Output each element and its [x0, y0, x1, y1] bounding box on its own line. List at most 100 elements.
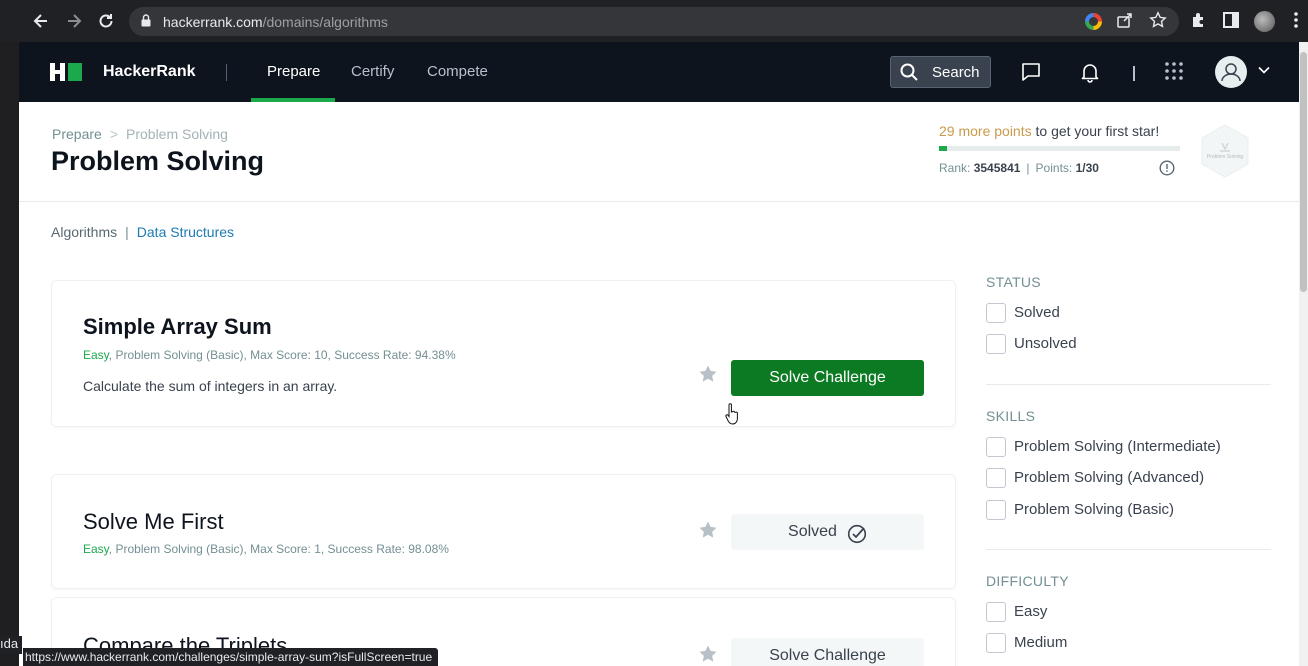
- address-bar[interactable]: hackerrank.com/domains/algorithms: [129, 7, 1179, 36]
- side-panel-icon[interactable]: [1221, 11, 1241, 31]
- breadcrumb-separator: >: [109, 126, 118, 142]
- solved-check-icon: [847, 522, 867, 543]
- bookmark-star-icon[interactable]: [698, 520, 718, 540]
- info-icon[interactable]: [1159, 160, 1175, 176]
- browser-menu-icon[interactable]: [1286, 11, 1306, 31]
- page-scrollbar[interactable]: [1299, 42, 1308, 666]
- checkbox[interactable]: [986, 334, 1006, 354]
- challenge-card[interactable]: Simple Array Sum Easy, Problem Solving (…: [51, 280, 956, 427]
- search-icon: [900, 63, 918, 81]
- back-icon[interactable]: [31, 11, 51, 31]
- points-suffix: to get your first star!: [1031, 123, 1160, 139]
- challenge-meta-details: , Problem Solving (Basic), Max Score: 1,…: [108, 542, 449, 556]
- filter-heading-status: STATUS: [986, 274, 1041, 290]
- challenge-card[interactable]: Solve Me First Easy, Problem Solving (Ba…: [51, 474, 956, 589]
- header-divider: [226, 64, 227, 81]
- solved-button[interactable]: Solved: [731, 514, 924, 550]
- points-to-star: 29 more points to get your first star!: [939, 123, 1159, 139]
- title-divider: [19, 201, 1299, 202]
- nav-tab-prepare[interactable]: Prepare: [267, 63, 320, 80]
- points-value: 1/30: [1075, 161, 1099, 175]
- badge-label: Problem Solving: [1207, 154, 1244, 160]
- user-avatar[interactable]: [1215, 56, 1247, 88]
- hackerrank-logo-icon[interactable]: [50, 63, 82, 81]
- challenge-meta-details: , Problem Solving (Basic), Max Score: 10…: [108, 348, 456, 362]
- url-host: hackerrank.com: [163, 14, 263, 30]
- hand-cursor-icon: [724, 403, 740, 425]
- rank-label: Rank:: [939, 161, 971, 175]
- scrollbar-thumb[interactable]: [1300, 52, 1307, 292]
- challenge-title[interactable]: Simple Array Sum: [83, 314, 272, 340]
- checkbox[interactable]: [986, 468, 1006, 488]
- search-label: Search: [932, 64, 980, 81]
- url-path: /domains/algorithms: [262, 14, 388, 30]
- browser-profile-avatar[interactable]: [1254, 11, 1275, 32]
- filter-divider: [986, 549, 1271, 550]
- subdomain-tabs: Algorithms | Data Structures: [51, 224, 234, 240]
- left-window-edge: [0, 42, 19, 666]
- rank-divider: |: [1026, 161, 1030, 175]
- reload-icon[interactable]: [96, 11, 116, 31]
- filter-heading-difficulty: DIFFICULTY: [986, 573, 1069, 589]
- header-vertical-divider: [1133, 66, 1135, 81]
- nav-tab-compete[interactable]: Compete: [427, 63, 488, 80]
- bookmark-star-icon[interactable]: [698, 364, 718, 384]
- filter-option-label[interactable]: Solved: [1014, 304, 1060, 321]
- subdomain-tab-algorithms[interactable]: Algorithms: [51, 224, 117, 240]
- solved-label: Solved: [788, 523, 837, 540]
- filter-option-label[interactable]: Problem Solving (Intermediate): [1014, 438, 1221, 455]
- solve-challenge-button[interactable]: Solve Challenge: [731, 638, 924, 666]
- subdomain-separator: |: [125, 224, 129, 240]
- google-lens-icon[interactable]: [1085, 13, 1102, 30]
- breadcrumb: Prepare > Problem Solving: [52, 126, 228, 142]
- rank-value: 3545841: [973, 161, 1021, 175]
- filter-option-label[interactable]: Problem Solving (Basic): [1014, 501, 1174, 518]
- points-needed: 29 more points: [939, 123, 1032, 139]
- bookmark-star-icon[interactable]: [1148, 11, 1168, 31]
- checkbox[interactable]: [986, 500, 1006, 520]
- url-text: hackerrank.com/domains/algorithms: [163, 14, 388, 30]
- challenge-meta: Easy, Problem Solving (Basic), Max Score…: [83, 348, 456, 362]
- active-tab-indicator: [251, 98, 335, 102]
- breadcrumb-current: Problem Solving: [126, 126, 228, 142]
- screen: hackerrank.com/domains/algorithms Hacker…: [0, 0, 1308, 666]
- extensions-icon[interactable]: [1189, 11, 1209, 31]
- apps-grid-icon[interactable]: [1164, 61, 1186, 83]
- challenge-description: Calculate the sum of integers in an arra…: [83, 378, 338, 394]
- forward-icon[interactable]: [64, 11, 84, 31]
- filter-heading-skills: SKILLS: [986, 408, 1036, 424]
- problem-solving-badge[interactable]: Problem Solving: [1198, 123, 1252, 179]
- link-status-bar: https://www.hackerrank.com/challenges/si…: [23, 648, 439, 666]
- messages-icon[interactable]: [1020, 61, 1042, 83]
- checkbox[interactable]: [986, 633, 1006, 653]
- subdomain-tab-data-structures[interactable]: Data Structures: [137, 224, 234, 240]
- filter-option-label[interactable]: Unsolved: [1014, 335, 1077, 352]
- checkbox[interactable]: [986, 602, 1006, 622]
- search-button[interactable]: Search: [890, 56, 991, 88]
- filter-divider: [986, 384, 1271, 385]
- site-header: HackerRank Prepare Certify Compete Searc…: [19, 42, 1299, 102]
- challenge-meta: Easy, Problem Solving (Basic), Max Score…: [83, 542, 449, 556]
- filter-option-label[interactable]: Easy: [1014, 603, 1047, 620]
- lock-icon: [141, 14, 151, 27]
- solve-challenge-button[interactable]: Solve Challenge: [731, 360, 924, 396]
- account-chevron-down-icon[interactable]: [1257, 63, 1271, 77]
- left-edge-label: ıda: [0, 636, 22, 654]
- browser-toolbar: hackerrank.com/domains/algorithms: [0, 0, 1308, 42]
- star-progress-bar: [939, 146, 1180, 151]
- filter-option-label[interactable]: Problem Solving (Advanced): [1014, 469, 1204, 486]
- checkbox[interactable]: [986, 303, 1006, 323]
- filter-option-label[interactable]: Medium: [1014, 634, 1067, 651]
- difficulty-label: Easy: [83, 348, 109, 362]
- share-icon[interactable]: [1115, 11, 1135, 31]
- points-label: Points:: [1035, 161, 1073, 175]
- notifications-bell-icon[interactable]: [1079, 61, 1101, 83]
- bookmark-star-icon[interactable]: [698, 644, 718, 664]
- web-page: HackerRank Prepare Certify Compete Searc…: [19, 42, 1299, 666]
- breadcrumb-root-link[interactable]: Prepare: [52, 126, 102, 142]
- nav-tab-certify[interactable]: Certify: [351, 63, 394, 80]
- page-title: Problem Solving: [51, 146, 265, 176]
- challenge-title[interactable]: Solve Me First: [83, 509, 224, 535]
- brand-name[interactable]: HackerRank: [103, 63, 196, 81]
- checkbox[interactable]: [986, 437, 1006, 457]
